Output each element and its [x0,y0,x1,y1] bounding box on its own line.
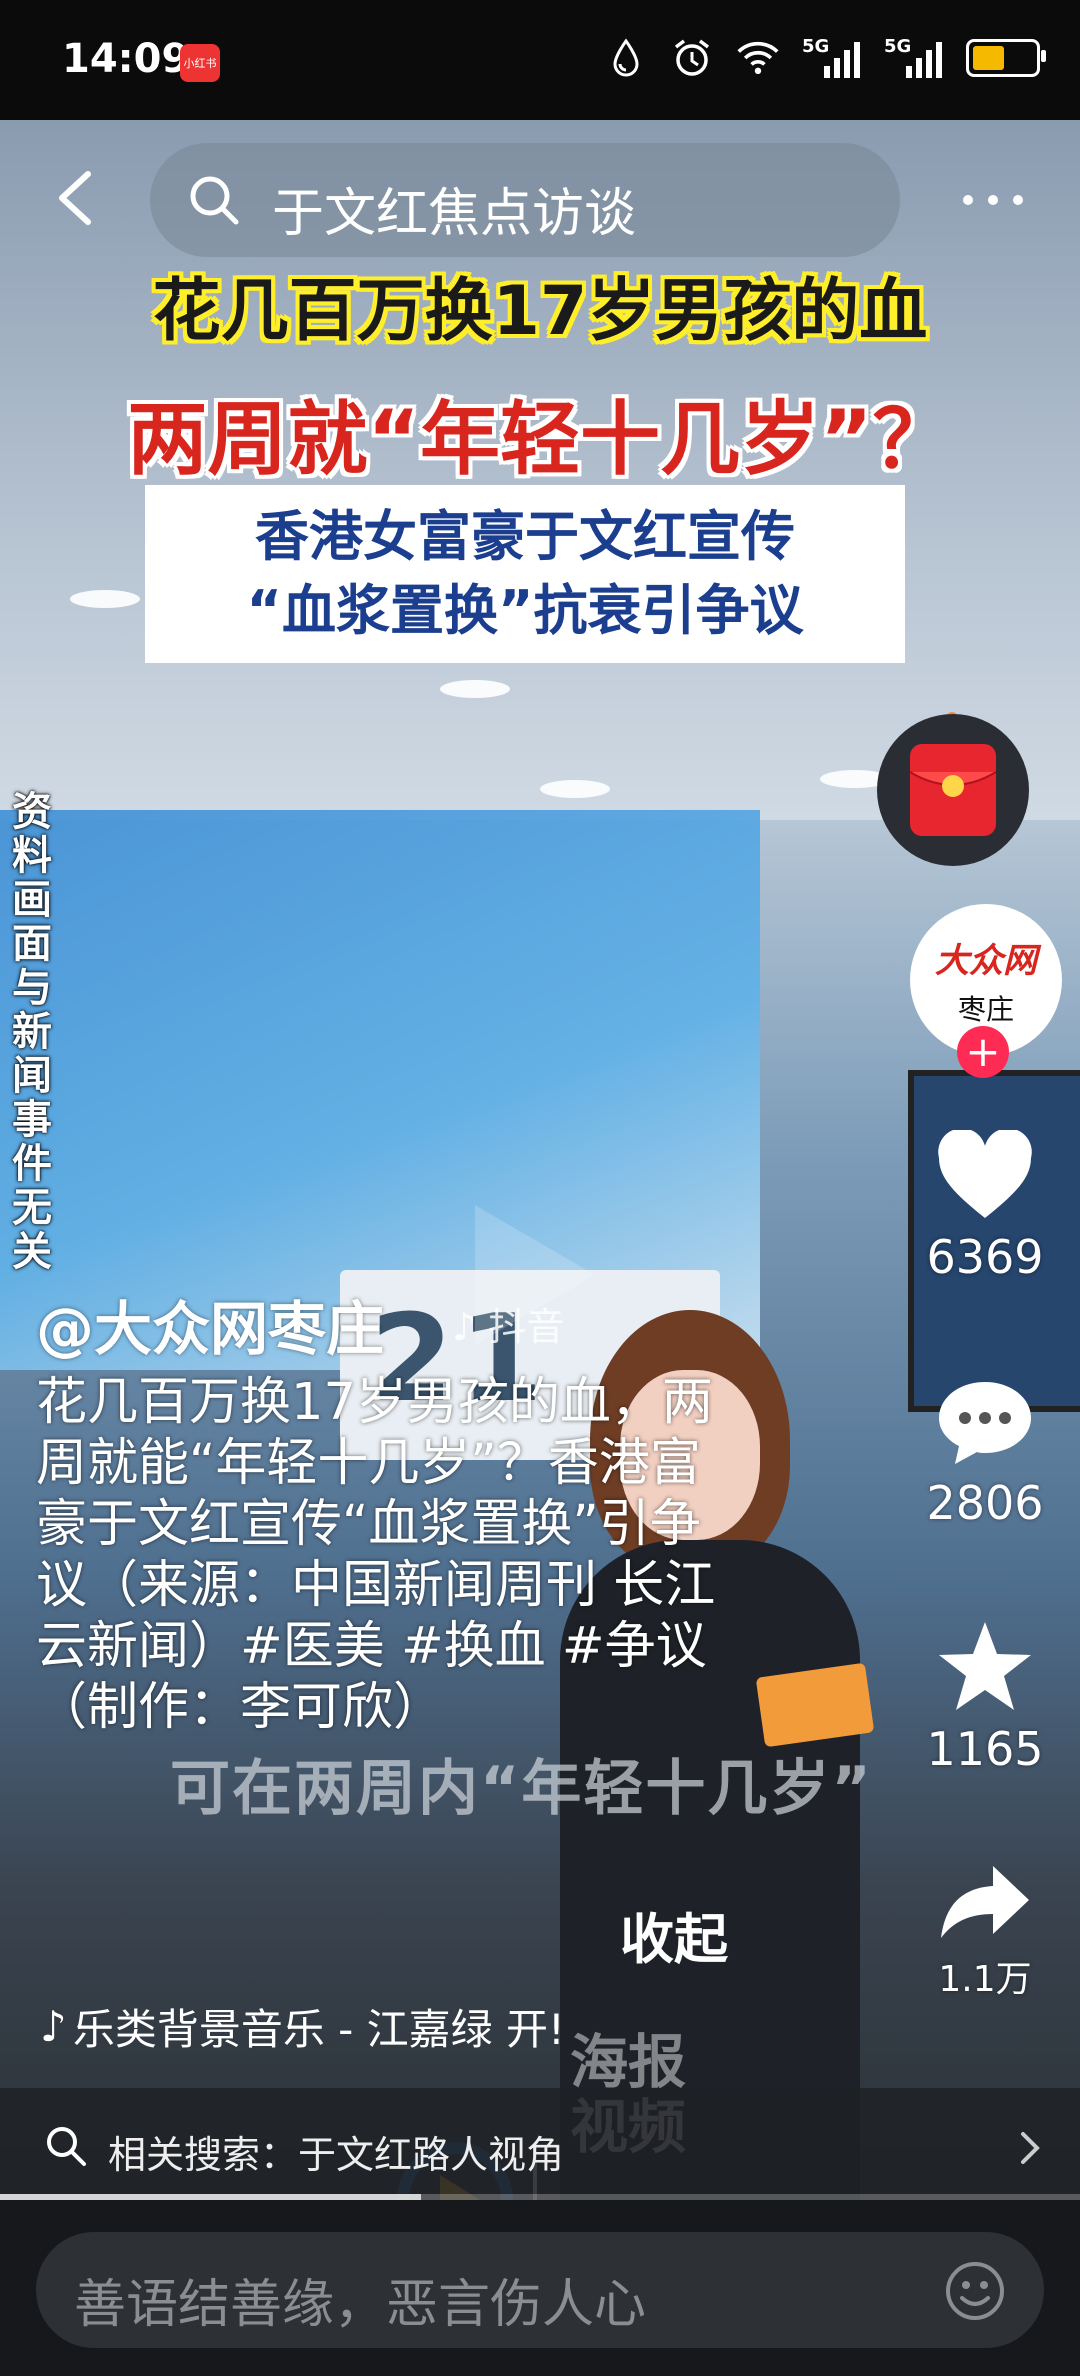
music-title: 乐类背景音乐 - 江嘉绿 开! [72,2005,565,2054]
search-icon [47,2127,86,2166]
network-type-1: 5G [802,36,830,57]
comment-button[interactable]: 2806 [900,1378,1070,1530]
drop-icon [604,36,648,80]
search-icon [190,176,239,225]
side-disclaimer: 资料画面与新闻事件无关 [12,789,52,1275]
chevron-left-icon[interactable] [48,168,108,228]
status-bar: 14:09 小红书 5G 5G [0,0,1080,120]
battery-level [973,46,1004,70]
like-count: 6369 [926,1230,1044,1284]
avatar-sub: 枣庄 [957,992,1014,1026]
wifi-icon [736,36,780,80]
video-headline-box: 香港女富豪于文红宣传 “血浆置换”抗衰引争议 [145,485,905,663]
alarm-icon [670,36,714,80]
signal-icon-1: 5G [802,36,862,80]
network-type-2: 5G [884,36,912,57]
like-button[interactable]: 6369 [900,1130,1070,1284]
share-count: 1.1万 [938,1959,1032,2000]
more-dots-icon[interactable] [958,180,1028,220]
related-search-label: 相关搜索：于文红路人视角 [108,2133,565,2177]
ceiling-light [540,780,610,798]
ceiling-light [440,680,510,698]
signal-icon-2: 5G [884,36,944,80]
search-query: 于文红焦点访谈 [272,184,637,244]
burned-subtitle: 可在两周内“年轻十几岁” [170,1754,873,1824]
app-notification-icon: 小红书 [180,44,220,82]
emoji-smile-icon[interactable] [944,2260,1006,2322]
ceiling-light [70,590,140,608]
music-info[interactable]: ♪ 乐类背景音乐 - 江嘉绿 开! [40,1996,565,2057]
comment-count: 2806 [926,1476,1044,1530]
red-packet-icon [909,744,997,836]
headline-box-line-1: 香港女富豪于文红宣传 [255,505,795,568]
share-arrow-icon [941,1866,1029,1938]
author-name[interactable]: @大众网枣庄 [36,1282,384,1366]
battery-icon [966,39,1046,77]
platform-tag: ♪ 抖音 [452,1305,565,1349]
favorite-button[interactable]: 1165 [900,1618,1070,1776]
video-headline-1: 花几百万换17岁男孩的血 [152,272,928,351]
music-note-icon: ♪ [40,2002,67,2051]
platform-tag-label: 抖音 [488,1305,565,1349]
collapse-button[interactable]: 收起 [620,1895,728,1974]
avatar-logo: 大众网 [935,940,1037,981]
headline-box-line-2: “血浆置换”抗衰引争议 [246,579,804,642]
related-search-bar[interactable]: 相关搜索：于文红路人视角 [0,2088,1080,2208]
search-bar[interactable]: 于文红焦点访谈 [150,143,900,257]
comment-input[interactable]: 善语结善缘，恶言伤人心 [36,2232,1044,2348]
comment-placeholder: 善语结善缘，恶言伤人心 [74,2275,647,2335]
follow-button[interactable]: + [957,1026,1009,1078]
heart-icon [938,1130,1032,1218]
comment-icon [939,1382,1031,1464]
status-time: 14:09 [62,36,190,82]
screen: 14:09 小红书 5G 5G 21 可在两周内“年轻十几岁” 海报 花几百万换… [0,0,1080,2376]
red-packet-button[interactable] [877,714,1029,866]
video-description: 花几百万换17岁男孩的血，两周就能“年轻十几岁”？香港富豪于文红宣传“血浆置换”… [36,1373,716,1737]
comment-bar: 善语结善缘，恶言伤人心 [0,2200,1080,2376]
favorite-count: 1165 [926,1722,1044,1776]
video-headline-2: 两周就“年轻十几岁”？ [127,393,953,486]
status-icons: 5G 5G [604,36,1046,80]
star-icon [939,1622,1031,1710]
share-button[interactable]: 1.1万 [900,1862,1070,2002]
chevron-right-icon [1021,2132,1040,2164]
